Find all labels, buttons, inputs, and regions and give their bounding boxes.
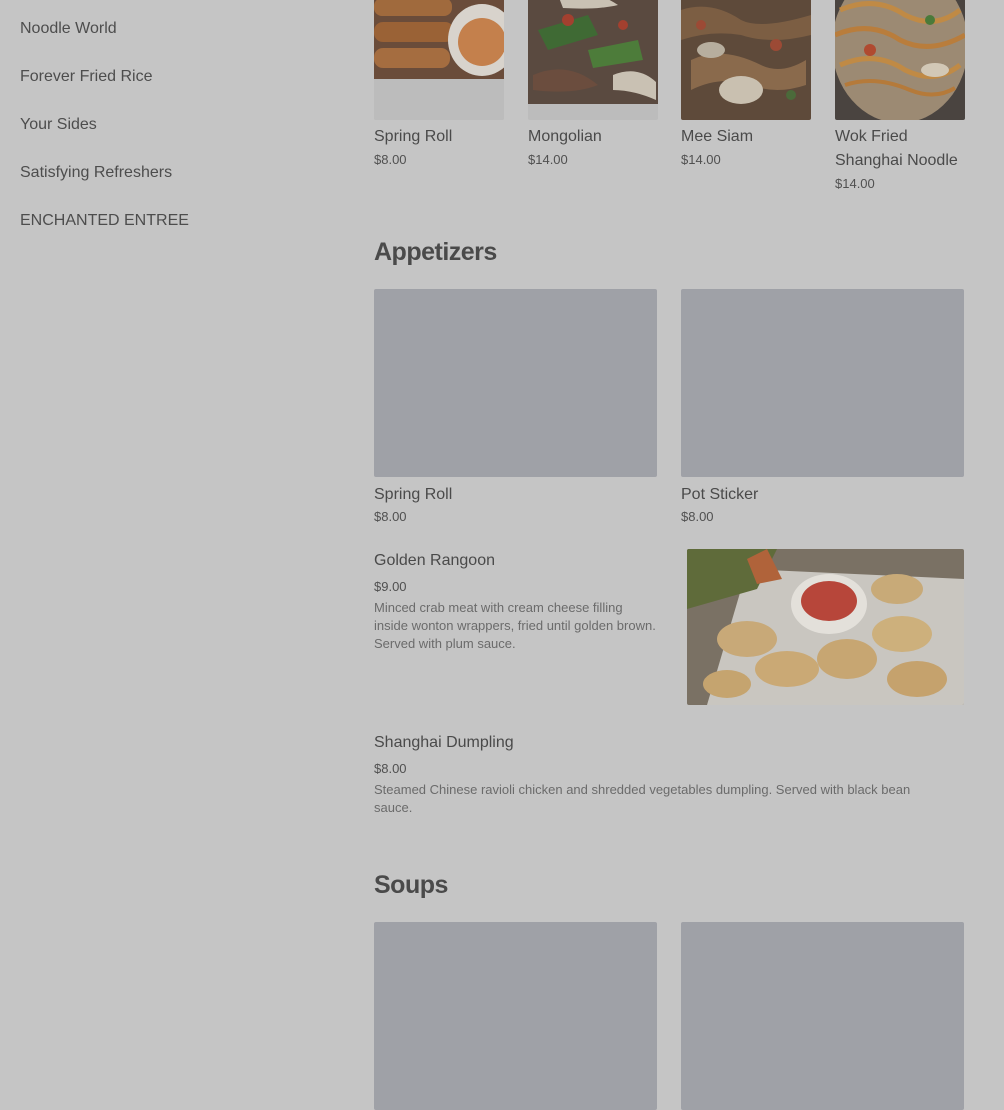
featured-item-price: $14.00 <box>835 176 875 191</box>
featured-item-spring-roll[interactable]: Spring Roll $8.00 <box>374 0 504 170</box>
mee-siam-photo <box>681 0 811 120</box>
sidebar-item-enchanted-entree[interactable]: ENCHANTED ENTREE <box>20 210 340 258</box>
mongolian-photo <box>528 0 658 120</box>
sidebar-item-noodle-world[interactable]: Noodle World <box>20 18 340 66</box>
featured-item-mongolian[interactable]: Mongolian $14.00 <box>528 0 658 170</box>
section-title-appetizers: Appetizers <box>374 238 497 266</box>
featured-item-name: Mee Siam <box>681 128 754 145</box>
section-title-soups: Soups <box>374 871 448 899</box>
menu-card-soup-2[interactable] <box>681 922 964 1110</box>
menu-card-name: Spring Roll <box>374 486 453 503</box>
spring-roll-photo <box>374 0 504 120</box>
image-placeholder <box>681 289 964 477</box>
menu-card-price: $8.00 <box>374 509 407 524</box>
menu-item-price: $9.00 <box>374 579 407 594</box>
featured-item-wok-fried-shanghai-noodle[interactable]: Wok Fried Shanghai Noodle $14.00 <box>835 0 965 194</box>
sidebar-item-forever-fried-rice[interactable]: Forever Fried Rice <box>20 66 340 114</box>
featured-items-row: Spring Roll $8.00 Mongolian $14.00 Mee S… <box>374 0 965 200</box>
sidebar-item-your-sides[interactable]: Your Sides <box>20 114 340 162</box>
image-placeholder <box>374 289 657 477</box>
menu-item-name: Golden Rangoon <box>374 552 495 569</box>
featured-item-name: Wok Fried Shanghai Noodle <box>835 128 958 169</box>
featured-item-price: $14.00 <box>681 152 721 167</box>
image-placeholder <box>374 922 657 1110</box>
menu-card-price: $8.00 <box>681 509 714 524</box>
image-placeholder <box>681 922 964 1110</box>
category-sidebar: Noodle World Forever Fried Rice Your Sid… <box>20 18 340 258</box>
menu-card-spring-roll[interactable]: Spring Roll $8.00 <box>374 289 657 527</box>
golden-rangoon-photo <box>687 549 964 705</box>
featured-item-mee-siam[interactable]: Mee Siam $14.00 <box>681 0 811 170</box>
menu-item-price: $8.00 <box>374 761 407 776</box>
menu-card-pot-sticker[interactable]: Pot Sticker $8.00 <box>681 289 964 527</box>
sidebar-item-satisfying-refreshers[interactable]: Satisfying Refreshers <box>20 162 340 210</box>
featured-item-price: $8.00 <box>374 152 407 167</box>
menu-card-name: Pot Sticker <box>681 486 759 503</box>
featured-item-name: Spring Roll <box>374 128 453 145</box>
menu-card-soup-1[interactable] <box>374 922 657 1110</box>
wok-fried-shanghai-noodle-photo <box>835 0 965 120</box>
menu-item-description: Steamed Chinese ravioli chicken and shre… <box>374 782 911 815</box>
menu-item-description: Minced crab meat with cream cheese filli… <box>374 600 656 651</box>
featured-item-name: Mongolian <box>528 128 602 145</box>
menu-item-golden-rangoon[interactable]: Golden Rangoon $9.00 Minced crab meat wi… <box>374 549 964 709</box>
menu-item-shanghai-dumpling[interactable]: Shanghai Dumpling $8.00 Steamed Chinese … <box>374 731 964 817</box>
featured-item-price: $14.00 <box>528 152 568 167</box>
menu-item-name: Shanghai Dumpling <box>374 734 514 751</box>
